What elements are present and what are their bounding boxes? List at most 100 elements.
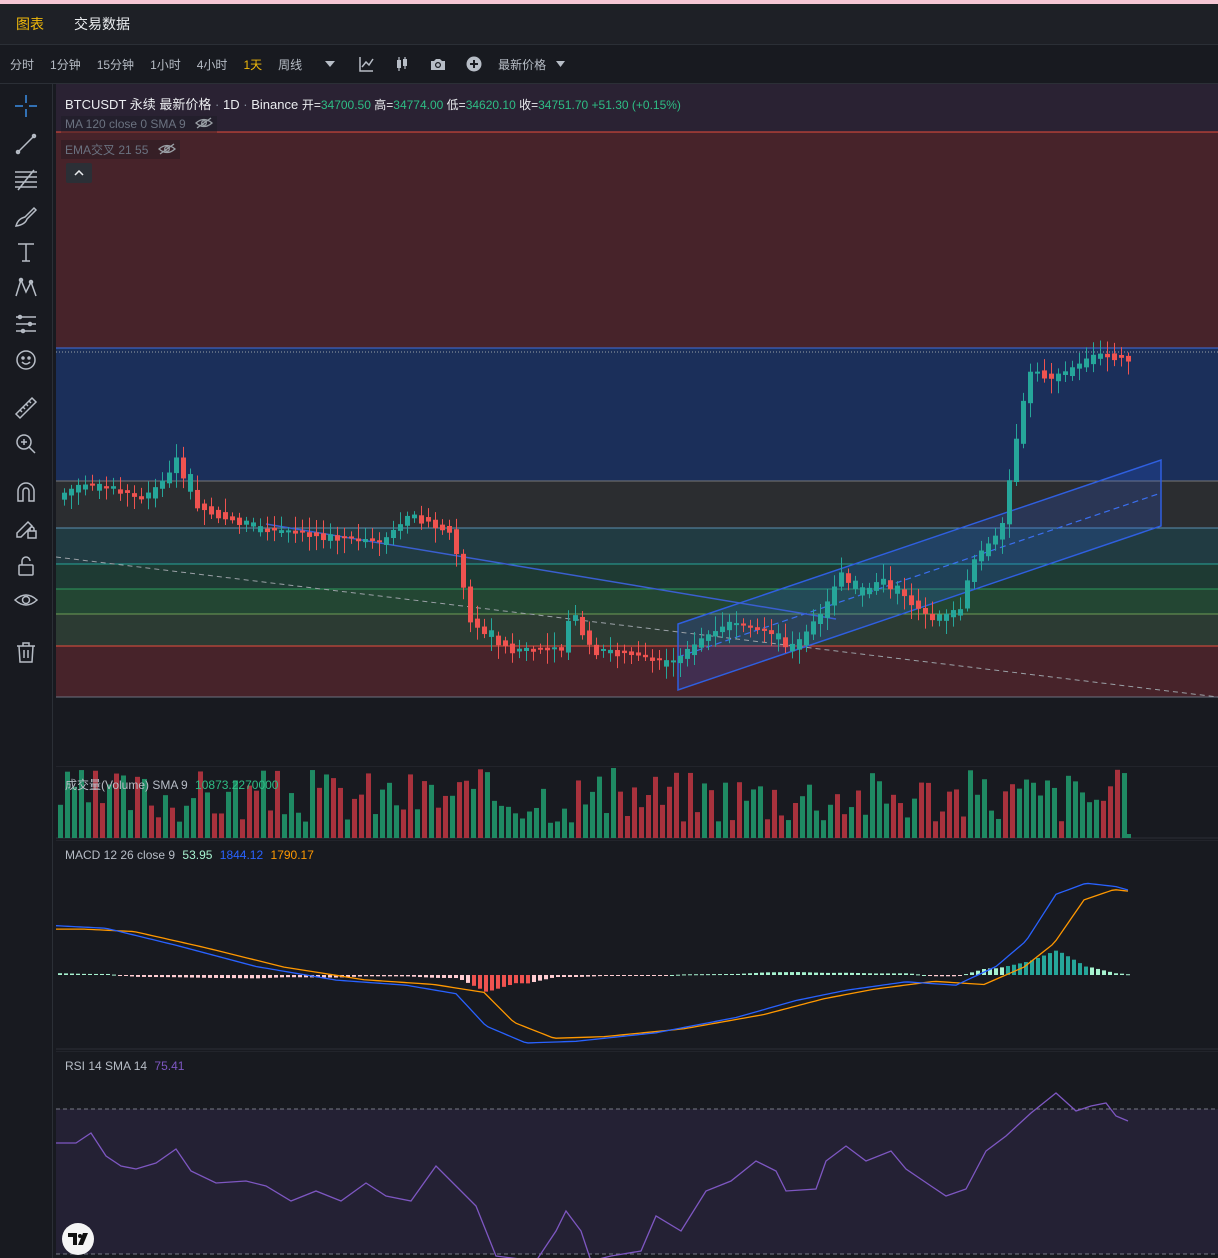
trash-icon[interactable]: [14, 640, 38, 664]
macd-histogram-bar: [124, 975, 128, 976]
volume-bar: [394, 805, 399, 838]
volume-bar: [268, 810, 273, 838]
candle-type-icon[interactable]: [394, 56, 410, 72]
macd-histogram-bar: [1054, 950, 1058, 975]
candle: [748, 625, 753, 628]
ema-cross-legend[interactable]: EMA交叉 21 55: [61, 140, 180, 160]
volume-bar: [373, 814, 378, 838]
macd-histogram-bar: [358, 975, 362, 977]
candle: [447, 526, 452, 533]
eye-icon[interactable]: [14, 588, 38, 612]
candle: [146, 492, 151, 499]
fib-retracement-icon[interactable]: [14, 168, 38, 192]
interval-4h[interactable]: 4小时: [197, 56, 228, 73]
brush-icon[interactable]: [14, 204, 38, 228]
candle: [167, 472, 172, 484]
ma-indicator-legend[interactable]: MA 120 close 0 SMA 9: [61, 116, 218, 134]
candle: [965, 580, 970, 609]
macd-line: [56, 882, 1129, 1044]
tradingview-logo: [62, 1223, 94, 1255]
macd-histogram-bar: [778, 972, 782, 975]
macd-histogram-bar: [376, 975, 380, 977]
lock-icon[interactable]: [14, 554, 38, 578]
volume-bar: [359, 794, 364, 838]
candle: [678, 655, 683, 664]
macd-chart[interactable]: [56, 840, 1218, 1050]
candle: [615, 650, 620, 657]
ma-indicator-label: MA 120 close 0 SMA 9: [65, 117, 186, 131]
tab-chart[interactable]: 图表: [16, 14, 44, 34]
trend-line-icon[interactable]: [14, 132, 38, 156]
legend-exchange: Binance: [251, 97, 299, 112]
collapse-legend-button[interactable]: [66, 163, 92, 183]
price-chart[interactable]: [56, 84, 1218, 724]
macd-histogram-bar: [1084, 966, 1088, 975]
rsi-chart[interactable]: [56, 1051, 1218, 1258]
price-type-dropdown-icon[interactable]: [552, 56, 568, 72]
tab-trading-data[interactable]: 交易数据: [74, 14, 130, 34]
volume-bar: [408, 774, 413, 838]
emoji-icon[interactable]: [14, 348, 38, 372]
macd-histogram-bar: [532, 975, 536, 983]
forecast-icon[interactable]: [14, 312, 38, 336]
add-icon[interactable]: [466, 56, 482, 72]
volume-bar: [324, 774, 329, 838]
candle: [818, 613, 823, 624]
zoom-in-icon[interactable]: [14, 432, 38, 456]
volume-bar: [877, 781, 882, 838]
price-type-menu[interactable]: 最新价格: [498, 56, 546, 73]
candle: [867, 587, 872, 595]
crosshair-icon[interactable]: [14, 94, 38, 118]
volume-bar: [646, 795, 651, 838]
volume-bar: [352, 798, 357, 838]
candle: [272, 527, 277, 531]
candle: [69, 488, 74, 496]
magnet-icon[interactable]: [14, 480, 38, 504]
interval-1d[interactable]: 1天: [243, 56, 262, 73]
macd-histogram-bar: [922, 974, 926, 976]
interval-dropdown-icon[interactable]: [322, 56, 338, 72]
text-icon[interactable]: [14, 240, 38, 264]
volume-bar: [1087, 802, 1092, 838]
volume-value: 10873.2270000: [195, 778, 279, 792]
candle: [1077, 363, 1082, 369]
interval-1h[interactable]: 1小时: [150, 56, 181, 73]
macd-histogram-bar: [784, 972, 788, 975]
candle: [839, 572, 844, 587]
candle: [797, 639, 802, 650]
volume-bar: [590, 791, 595, 838]
macd-histogram-bar: [898, 973, 902, 975]
lock-drawing-icon[interactable]: [14, 516, 38, 540]
interval-15m[interactable]: 15分钟: [97, 56, 134, 73]
volume-bar: [583, 804, 588, 838]
hidden-eye-icon[interactable]: [157, 143, 176, 158]
zone-green-2: [56, 589, 1218, 614]
ruler-icon[interactable]: [14, 396, 38, 420]
macd-histogram-bar: [754, 972, 758, 975]
pattern-icon[interactable]: [14, 276, 38, 300]
macd-histogram-bar: [178, 975, 182, 978]
macd-histogram-bar: [946, 975, 950, 977]
candle: [804, 631, 809, 646]
indicator-chart-icon[interactable]: [358, 56, 374, 72]
candle: [888, 580, 893, 590]
macd-histogram-bar: [694, 974, 698, 976]
hidden-eye-icon[interactable]: [195, 117, 214, 132]
interval-1m[interactable]: 1分钟: [50, 56, 81, 73]
camera-icon[interactable]: [430, 56, 446, 72]
macd-histogram-bar: [202, 975, 206, 978]
volume-bar: [156, 817, 161, 838]
macd-histogram-bar: [508, 975, 512, 986]
candle: [174, 457, 179, 474]
macd-histogram-bar: [88, 973, 92, 975]
macd-histogram-bar: [916, 974, 920, 976]
candle: [979, 550, 984, 562]
interval-1w[interactable]: 周线: [278, 56, 302, 73]
interval-tick[interactable]: 分时: [10, 56, 34, 73]
macd-hist-value: 53.95: [182, 848, 213, 862]
macd-histogram-bar: [448, 975, 452, 978]
macd-histogram-bar: [472, 975, 476, 986]
macd-histogram-bar: [766, 972, 770, 975]
volume-bar: [625, 815, 630, 838]
macd-histogram-bar: [214, 975, 218, 978]
